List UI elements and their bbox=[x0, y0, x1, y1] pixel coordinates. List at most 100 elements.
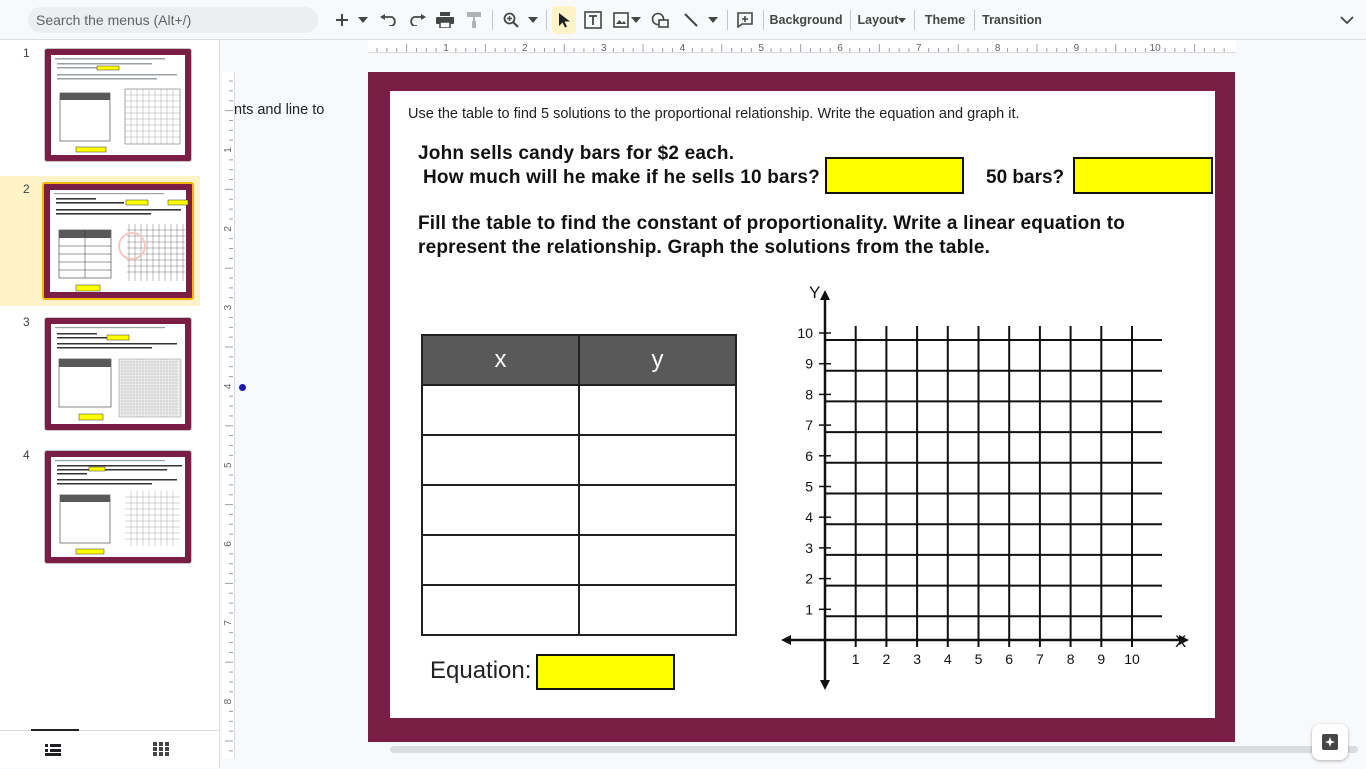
table-cell[interactable] bbox=[578, 534, 737, 586]
vertical-ruler[interactable]: 1 2 3 4 5 6 7 8 bbox=[222, 72, 235, 758]
question-line-1[interactable]: John sells candy bars for $2 each. bbox=[418, 143, 734, 165]
table-cell[interactable] bbox=[578, 584, 737, 636]
x-tick-label: 7 bbox=[1036, 651, 1044, 667]
slide-number: 2 bbox=[23, 182, 30, 196]
table-cell[interactable] bbox=[421, 534, 580, 586]
new-slide-dropdown-icon[interactable] bbox=[356, 6, 370, 34]
y-tick-label: 9 bbox=[805, 356, 813, 372]
text-box-icon[interactable] bbox=[582, 6, 604, 34]
x-tick-label: 6 bbox=[1005, 651, 1013, 667]
insert-image-icon[interactable] bbox=[610, 6, 632, 34]
ruler-number: 5 bbox=[758, 43, 764, 53]
table-cell[interactable] bbox=[578, 434, 737, 486]
ruler-number: 4 bbox=[223, 383, 234, 389]
x-tick-label: 3 bbox=[913, 651, 921, 667]
table-row bbox=[421, 484, 737, 536]
search-menus-input[interactable]: Search the menus (Alt+/) bbox=[28, 7, 318, 33]
slide-instruction-text[interactable]: Use the table to find 5 solutions to the… bbox=[408, 106, 1020, 122]
x-tick-label: 2 bbox=[883, 651, 891, 667]
y-tick-label: 5 bbox=[805, 479, 813, 495]
layout-dropdown-icon[interactable] bbox=[897, 6, 907, 34]
slide-thumbnail[interactable] bbox=[44, 450, 192, 564]
ruler-number: 10 bbox=[1150, 43, 1162, 53]
table-cell[interactable] bbox=[421, 434, 580, 486]
zoom-icon[interactable] bbox=[500, 6, 522, 34]
line-icon[interactable] bbox=[680, 6, 702, 34]
slide-thumbnail-row[interactable]: 4 bbox=[0, 442, 200, 572]
table-cell[interactable] bbox=[578, 384, 737, 436]
horizontal-ruler[interactable]: 1 2 3 4 5 6 7 8 9 10 bbox=[368, 40, 1236, 54]
answer-box-10-bars[interactable] bbox=[825, 157, 964, 194]
ruler-number: 6 bbox=[223, 541, 234, 547]
x-axis-left-arrow bbox=[781, 635, 791, 645]
image-dropdown-icon[interactable] bbox=[630, 6, 642, 34]
coordinate-grid[interactable]: 1 2 3 4 5 6 7 8 9 10 1 2 3 4 5 6 7 8 9 10 X Y bbox=[773, 284, 1193, 694]
xy-table[interactable]: x y bbox=[421, 334, 737, 636]
answer-box-50-bars[interactable] bbox=[1073, 157, 1213, 194]
y-tick-label: 1 bbox=[805, 601, 813, 617]
select-cursor-icon[interactable] bbox=[552, 6, 576, 34]
shape-icon[interactable] bbox=[649, 6, 671, 34]
offslide-text-snippet[interactable]: nts and line to bbox=[234, 102, 324, 118]
toolbar-divider bbox=[914, 10, 915, 30]
ruler-number: 6 bbox=[837, 43, 843, 53]
line-dropdown-icon[interactable] bbox=[706, 6, 720, 34]
layout-button[interactable]: Layout bbox=[856, 6, 900, 34]
equation-label[interactable]: Equation: bbox=[430, 657, 531, 685]
grid-view-icon[interactable] bbox=[153, 742, 169, 761]
zoom-dropdown-icon[interactable] bbox=[526, 6, 540, 34]
table-row bbox=[421, 534, 737, 586]
filmstrip-view-icon[interactable] bbox=[45, 743, 61, 761]
ruler-number: 2 bbox=[522, 43, 528, 53]
paint-format-icon[interactable] bbox=[463, 6, 485, 34]
ruler-number: 1 bbox=[223, 147, 234, 153]
add-comment-icon[interactable] bbox=[734, 6, 756, 34]
table-cell[interactable] bbox=[421, 484, 580, 536]
toolbar-divider bbox=[492, 10, 493, 30]
y-axis-label: Y bbox=[809, 284, 820, 302]
table-cell[interactable] bbox=[578, 484, 737, 536]
horizontal-scrollbar[interactable] bbox=[390, 746, 1358, 753]
equation-answer-box[interactable] bbox=[536, 654, 675, 690]
slide-thumbnail-row[interactable]: 3 bbox=[0, 309, 200, 439]
ruler-number: 3 bbox=[601, 43, 607, 53]
table-row bbox=[421, 384, 737, 436]
question-line-2[interactable]: How much will he make if he sells 10 bar… bbox=[423, 167, 820, 189]
table-cell[interactable] bbox=[421, 384, 580, 436]
slide-filmstrip: 1 2 3 4 bbox=[0, 40, 220, 768]
background-button[interactable]: Background bbox=[770, 6, 843, 34]
table-cell[interactable] bbox=[421, 584, 580, 636]
slide-thumbnail[interactable] bbox=[44, 48, 192, 162]
y-tick-label: 6 bbox=[805, 448, 813, 464]
redo-icon[interactable] bbox=[406, 6, 428, 34]
slide-thumbnail-selected[interactable] bbox=[42, 182, 194, 300]
new-slide-icon[interactable] bbox=[332, 6, 352, 34]
instruction-bold-line-2[interactable]: represent the relationship. Graph the so… bbox=[418, 237, 990, 259]
y-tick-label: 4 bbox=[805, 509, 813, 525]
table-header-x[interactable]: x bbox=[421, 334, 580, 386]
theme-button[interactable]: Theme bbox=[922, 6, 968, 34]
x-tick-label: 4 bbox=[944, 651, 952, 667]
table-header-y[interactable]: y bbox=[578, 334, 737, 386]
transition-button[interactable]: Transition bbox=[981, 6, 1043, 34]
explore-star-icon bbox=[1322, 734, 1338, 750]
table-row bbox=[421, 584, 737, 636]
ruler-number: 7 bbox=[223, 620, 234, 626]
instruction-bold-line-1[interactable]: Fill the table to find the constant of p… bbox=[418, 213, 1125, 235]
ruler-number: 3 bbox=[223, 304, 234, 310]
slide-thumbnail[interactable] bbox=[44, 317, 192, 431]
collapse-menus-chevron-icon[interactable] bbox=[1336, 6, 1358, 34]
slide-thumbnail-row[interactable]: 1 bbox=[0, 40, 200, 170]
question-line-3[interactable]: 50 bars? bbox=[986, 167, 1064, 189]
ruler-number: 4 bbox=[680, 43, 686, 53]
filmstrip-view-toggle bbox=[0, 729, 219, 769]
undo-icon[interactable] bbox=[378, 6, 400, 34]
x-axis-label: X bbox=[1175, 632, 1186, 651]
slide-canvas[interactable]: Use the table to find 5 solutions to the… bbox=[368, 72, 1235, 742]
view-indicator bbox=[31, 729, 79, 731]
slide-thumbnail-row-selected[interactable]: 2 bbox=[0, 176, 200, 306]
explore-button[interactable] bbox=[1312, 724, 1348, 760]
toolbar-divider bbox=[763, 10, 764, 30]
x-tick-label: 1 bbox=[852, 651, 860, 667]
print-icon[interactable] bbox=[434, 6, 456, 34]
